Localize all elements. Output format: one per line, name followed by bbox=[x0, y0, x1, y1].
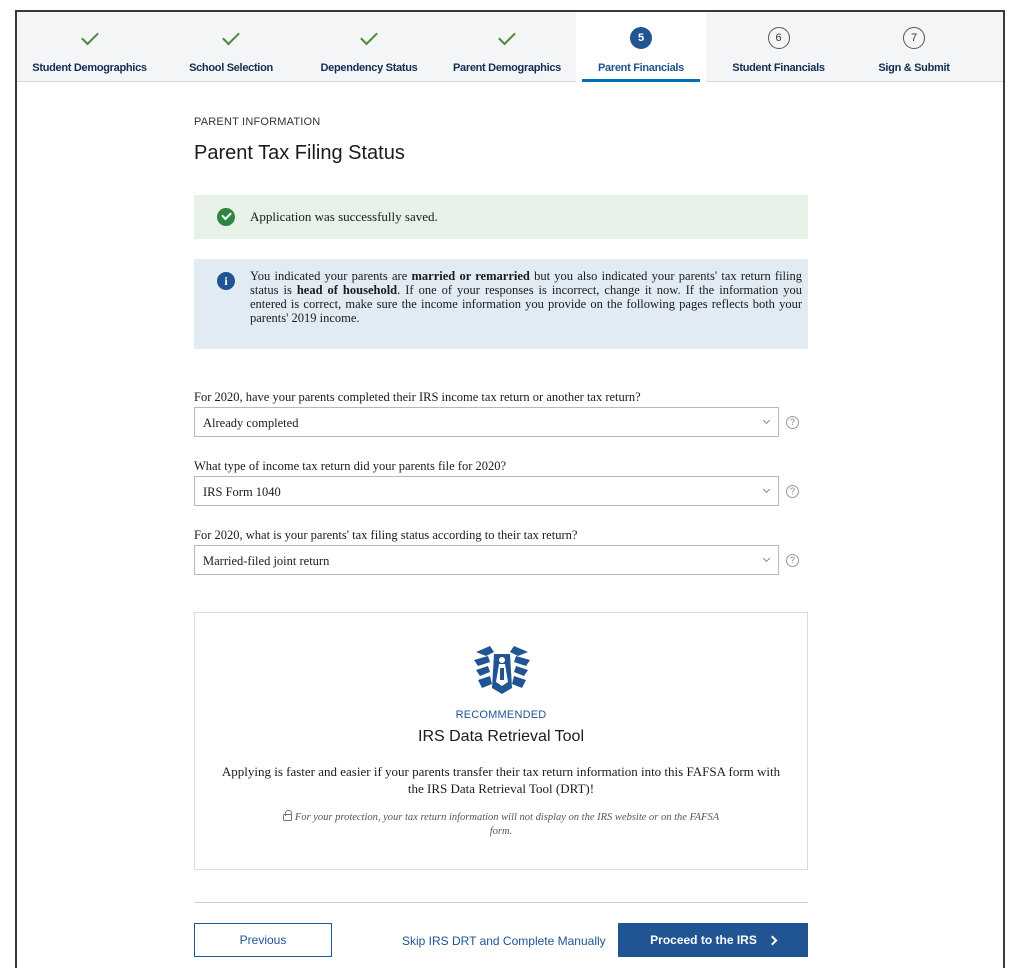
success-message: Application was successfully saved. bbox=[250, 209, 438, 224]
step-dependency-status[interactable]: Dependency Status bbox=[300, 12, 438, 82]
check-icon bbox=[222, 27, 240, 45]
check-icon bbox=[80, 27, 99, 45]
select-value: Already completed bbox=[203, 416, 299, 430]
app-frame: Student Demographics School Selection De… bbox=[15, 10, 1005, 968]
divider bbox=[194, 902, 808, 903]
step-label: Sign & Submit bbox=[878, 62, 950, 74]
drt-privacy-note: For your protection, your tax return inf… bbox=[275, 810, 727, 839]
info-emphasis: head of household bbox=[296, 283, 398, 297]
chevron-down-icon bbox=[762, 416, 771, 425]
step-number-badge: 5 bbox=[630, 27, 652, 49]
chevron-right-icon bbox=[767, 935, 778, 945]
step-parent-demographics[interactable]: Parent Demographics bbox=[438, 12, 576, 82]
check-icon bbox=[360, 27, 378, 45]
check-icon bbox=[498, 27, 516, 45]
step-student-demographics[interactable]: Student Demographics bbox=[17, 12, 162, 82]
success-alert: Application was successfully saved. bbox=[194, 195, 808, 239]
step-label: Student Financials bbox=[732, 62, 825, 74]
question-label: For 2020, what is your parents' tax fili… bbox=[194, 528, 578, 542]
step-number-badge: 7 bbox=[903, 27, 925, 49]
step-navigation: Student Demographics School Selection De… bbox=[17, 12, 1003, 82]
chevron-down-icon bbox=[762, 554, 771, 563]
lock-icon bbox=[282, 810, 292, 821]
page-title: Parent Tax Filing Status bbox=[194, 142, 405, 164]
irs-drt-card: RECOMMENDED IRS Data Retrieval Tool Appl… bbox=[194, 612, 808, 870]
select-value: Married-filed joint return bbox=[203, 554, 330, 568]
step-number-badge: 6 bbox=[767, 27, 790, 49]
info-alert: i You indicated your parents are married… bbox=[194, 259, 808, 349]
proceed-label: Proceed to the IRS bbox=[650, 933, 757, 947]
step-label: Parent Financials bbox=[598, 62, 684, 74]
step-label: School Selection bbox=[189, 62, 273, 74]
info-message: You indicated your parents are married o… bbox=[250, 269, 802, 325]
filing-status-select[interactable]: Married-filed joint return bbox=[194, 545, 779, 575]
drt-eyebrow: RECOMMENDED bbox=[455, 709, 547, 721]
success-check-icon bbox=[217, 208, 235, 226]
irs-eagle-logo-icon bbox=[474, 646, 530, 694]
step-student-financials[interactable]: 6 Student Financials bbox=[706, 12, 851, 82]
drt-description: Applying is faster and easier if your pa… bbox=[221, 764, 781, 796]
tax-return-type-select[interactable]: IRS Form 1040 bbox=[194, 476, 779, 506]
help-icon[interactable]: ? bbox=[786, 485, 799, 498]
step-parent-financials[interactable]: 5 Parent Financials bbox=[576, 12, 706, 82]
step-label: Dependency Status bbox=[320, 62, 418, 74]
step-label: Student Demographics bbox=[32, 62, 147, 74]
help-icon[interactable]: ? bbox=[786, 554, 799, 567]
select-value: IRS Form 1040 bbox=[203, 485, 281, 499]
question-label: For 2020, have your parents completed th… bbox=[194, 390, 641, 404]
step-sign-submit[interactable]: 7 Sign & Submit bbox=[851, 12, 977, 82]
info-emphasis: married or remarried bbox=[411, 269, 530, 283]
info-icon: i bbox=[217, 272, 235, 290]
drt-title: IRS Data Retrieval Tool bbox=[418, 728, 584, 745]
help-icon[interactable]: ? bbox=[786, 416, 799, 429]
question-label: What type of income tax return did your … bbox=[194, 459, 507, 473]
skip-drt-link[interactable]: Skip IRS DRT and Complete Manually bbox=[402, 934, 606, 948]
proceed-to-irs-button[interactable]: Proceed to the IRS bbox=[618, 923, 808, 957]
step-school-selection[interactable]: School Selection bbox=[162, 12, 300, 82]
previous-button[interactable]: Previous bbox=[194, 923, 332, 957]
tax-return-completed-select[interactable]: Already completed bbox=[194, 407, 779, 437]
chevron-down-icon bbox=[762, 485, 771, 494]
step-label: Parent Demographics bbox=[452, 62, 561, 74]
section-eyebrow: PARENT INFORMATION bbox=[194, 116, 321, 128]
